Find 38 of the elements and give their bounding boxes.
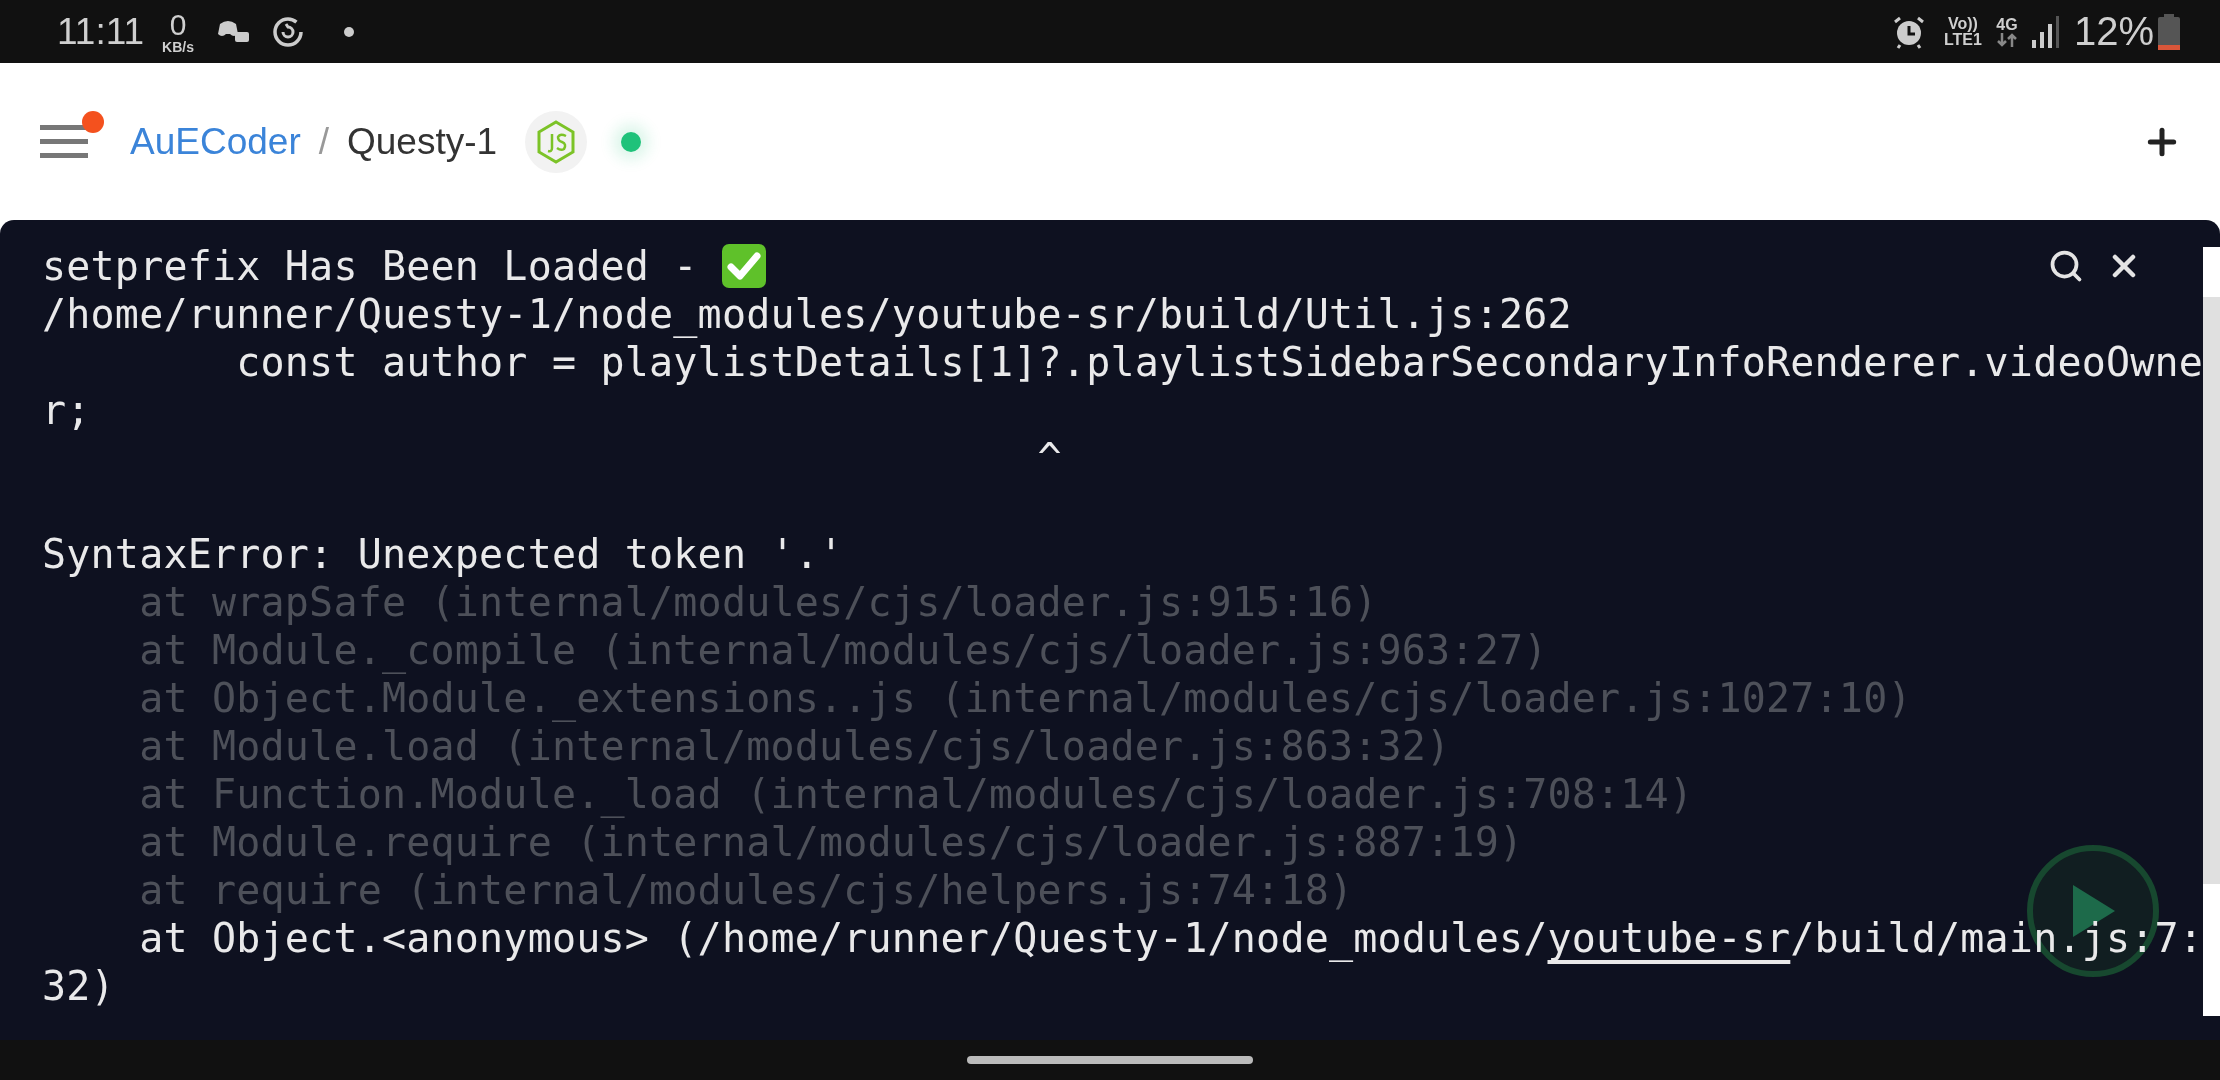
file-link[interactable]: youtube-sr [1547, 915, 1791, 961]
network-type: 4G [1996, 16, 2018, 33]
terminal-line: /home/runner/Questy-1/node_modules/youtube-sr/build/Util.js:262 [42, 290, 1572, 338]
sync-icon [272, 15, 304, 48]
alarm-icon [1892, 14, 1926, 49]
signal-icon [2031, 15, 2060, 48]
breadcrumb-separator: / [318, 120, 329, 163]
check-mark-icon [721, 244, 766, 288]
home-handle[interactable] [967, 1056, 1253, 1064]
battery-icon [2158, 13, 2180, 50]
owner-link[interactable]: AuECoder [130, 120, 301, 163]
terminal-line: at wrapSafe (internal/modules/cjs/loader.js:915:16) [138, 578, 1378, 626]
speed-unit: KB/s [162, 39, 194, 54]
search-button[interactable] [2048, 248, 2084, 284]
lte-label: LTE1 [1944, 31, 1982, 48]
terminal-line: at Module.require (internal/modules/cjs/loader.js:887:19) [138, 818, 1524, 866]
battery-percent: 12% [2073, 9, 2154, 54]
terminal-line: at Object.Module._extensions..js (internal/modules/cjs/loader.js:1027:10) [138, 674, 1912, 722]
terminal-line: at Module.load (internal/modules/cjs/loader.js:863:32) [138, 722, 1451, 770]
terminal-line: const author = playlistDetails[1]?.playlistSidebarSecondaryInfoRenderer.videoOwne [235, 338, 2204, 386]
clock: 11:11 [57, 10, 145, 53]
data-arrows-icon [1995, 32, 2018, 47]
terminal-line: at Object.<anonymous> (/home/runner/Questy-1/node_modules/youtube-sr/build/main.js:7: [138, 914, 2204, 962]
terminal-line: r; [42, 386, 91, 434]
dot-icon [344, 26, 354, 37]
terminal-line: at Function.Module._load (internal/modules/cjs/loader.js:708:14) [138, 770, 1694, 818]
network-speed: 0 [169, 9, 187, 40]
menu-icon[interactable] [40, 124, 88, 159]
terminal-line: ^ [1036, 434, 1062, 482]
terminal-line: 32) [42, 962, 115, 1010]
volte-label: Vo)) [1948, 15, 1978, 32]
terminal-line: at Module._compile (internal/modules/cjs/loader.js:963:27) [138, 626, 1548, 674]
terminal-line: setprefix Has Been Loaded - [42, 242, 699, 290]
repl-name: Questy-1 [347, 120, 498, 163]
terminal-line: at require (internal/modules/cjs/helpers.js:74:18) [138, 866, 1354, 914]
terminal-line: SyntaxError: Unexpected token '.' [42, 530, 844, 578]
hexagon-icon [536, 119, 577, 164]
scrollbar-thumb[interactable] [2203, 297, 2220, 884]
